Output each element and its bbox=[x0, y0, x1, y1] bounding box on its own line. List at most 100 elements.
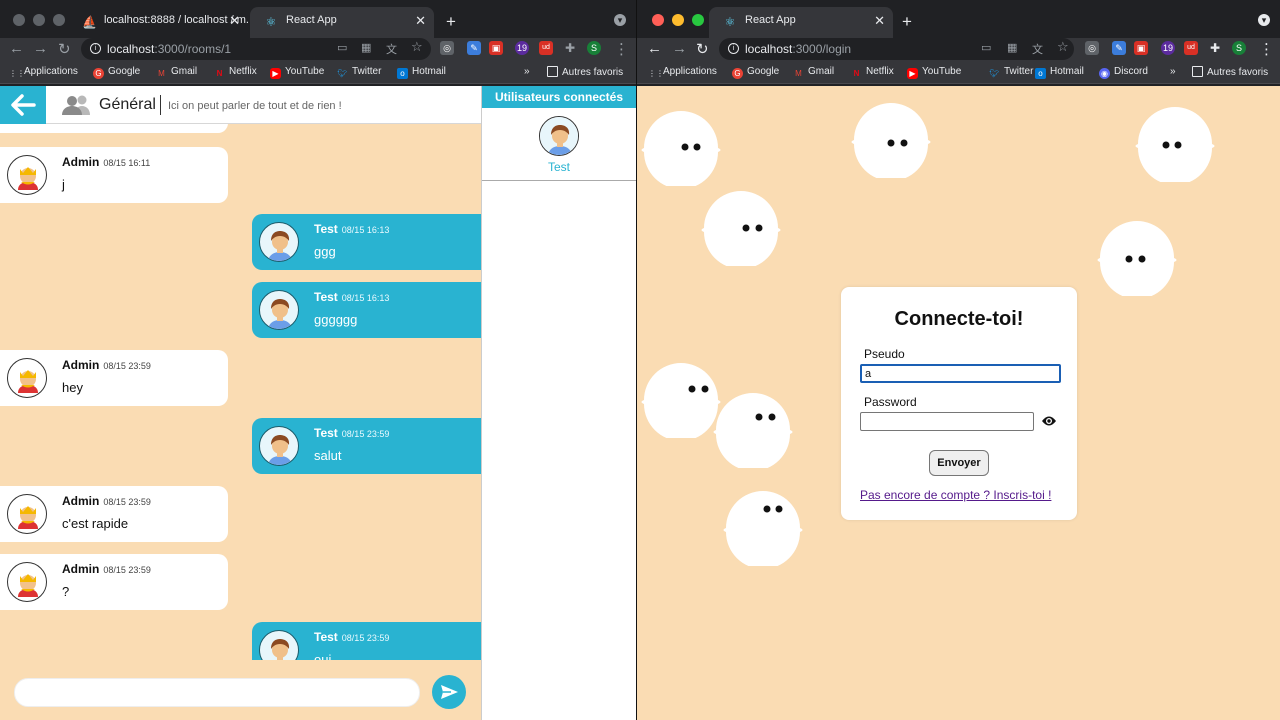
bookmark-hotmail[interactable]: o Hotmail bbox=[1035, 66, 1084, 79]
browser-toolbar: ← → ↻ i localhost:3000/login ▭ ▦ 文 ☆ ◎ ✎… bbox=[637, 38, 1280, 62]
bookmark-google[interactable]: G Google bbox=[93, 66, 140, 79]
reload-icon[interactable]: ↻ bbox=[58, 40, 71, 58]
bookmark-twitter[interactable]: 🐦︎ Twitter bbox=[989, 66, 1033, 79]
tab-react-app[interactable]: ⚛ React App ✕ bbox=[250, 7, 434, 38]
bookmark-twitter[interactable]: 🐦︎ Twitter bbox=[337, 66, 381, 79]
address-bar[interactable]: i localhost:3000/rooms/1 ▭ ▦ 文 ☆ bbox=[81, 38, 431, 60]
minimize-window-button[interactable] bbox=[33, 14, 45, 26]
submit-button[interactable]: Envoyer bbox=[929, 450, 989, 476]
extension-icon[interactable]: ◎ bbox=[440, 41, 454, 55]
bookmark-netflix[interactable]: N Netflix bbox=[851, 66, 894, 79]
reload-icon[interactable]: ↻ bbox=[696, 40, 709, 58]
ghost-decoration bbox=[1135, 107, 1215, 182]
site-info-icon[interactable]: i bbox=[90, 43, 101, 54]
puzzle-icon[interactable]: ✚ bbox=[563, 41, 577, 55]
bookmark-other-favorites[interactable]: Autres favoris bbox=[547, 66, 623, 78]
signup-link[interactable]: Pas encore de compte ? Inscris-toi ! bbox=[860, 488, 1051, 502]
translate-icon[interactable]: 文 bbox=[386, 41, 397, 57]
tab-search-icon[interactable]: ▾ bbox=[614, 14, 626, 26]
new-tab-icon[interactable]: + bbox=[902, 12, 912, 32]
bookmark-netflix[interactable]: N Netflix bbox=[214, 66, 257, 79]
message-time: 08/15 23:59 bbox=[103, 497, 151, 507]
back-icon[interactable]: ← bbox=[647, 40, 662, 57]
show-password-eye-icon[interactable] bbox=[1041, 414, 1057, 432]
bookmark-gmail[interactable]: M Gmail bbox=[793, 66, 834, 79]
close-tab-icon[interactable]: ✕ bbox=[415, 13, 426, 29]
extension-icon[interactable]: ◎ bbox=[1085, 41, 1099, 55]
back-icon[interactable]: ← bbox=[9, 40, 24, 57]
extension-icon[interactable]: ✎ bbox=[467, 41, 481, 55]
extension-icon[interactable]: ud bbox=[539, 41, 553, 55]
new-tab-icon[interactable]: + bbox=[446, 12, 456, 32]
author-name: Admin bbox=[62, 358, 100, 372]
google-icon: G bbox=[93, 68, 104, 79]
extension-icon[interactable]: ▣ bbox=[1134, 41, 1148, 55]
forward-icon[interactable]: → bbox=[672, 40, 687, 57]
site-info-icon[interactable]: i bbox=[728, 43, 739, 54]
menu-icon[interactable]: ⋮ bbox=[1259, 40, 1274, 58]
message-list[interactable]: Admin 08/15 16:11 j Test 08/15 16:13 ggg T… bbox=[0, 124, 481, 660]
message-author: Admin 08/15 23:59 bbox=[62, 358, 151, 372]
bookmark-other-favorites[interactable]: Autres favoris bbox=[1192, 66, 1268, 78]
message-input[interactable] bbox=[14, 678, 420, 707]
tab-phpmyadmin[interactable]: ⛵ localhost:8888 / localhost / m... ✕ bbox=[68, 7, 248, 38]
close-window-button[interactable] bbox=[13, 14, 25, 26]
bookmark-hotmail[interactable]: o Hotmail bbox=[397, 66, 446, 79]
qr-icon[interactable]: ▦ bbox=[361, 41, 371, 54]
connected-user[interactable]: Test bbox=[482, 108, 636, 181]
message-text: hey bbox=[62, 380, 83, 395]
bookmark-star-icon[interactable]: ☆ bbox=[411, 39, 423, 55]
message-bubble: Admin 08/15 23:59 c'est rapide bbox=[0, 486, 228, 542]
cast-icon[interactable]: ▭ bbox=[981, 41, 991, 54]
password-input[interactable] bbox=[860, 412, 1034, 431]
minimize-window-button[interactable] bbox=[672, 14, 684, 26]
address-bar[interactable]: i localhost:3000/login ▭ ▦ 文 ☆ bbox=[719, 38, 1074, 60]
message-bubble: Test 08/15 16:13 ggg bbox=[252, 214, 481, 270]
close-window-button[interactable] bbox=[652, 14, 664, 26]
message-time: 08/15 16:13 bbox=[341, 293, 390, 303]
user-avatar bbox=[259, 630, 299, 660]
bookmark-star-icon[interactable]: ☆ bbox=[1057, 39, 1069, 55]
bookmark-label: YouTube bbox=[922, 66, 962, 77]
close-tab-icon[interactable]: ✕ bbox=[229, 13, 240, 29]
bookmark-discord[interactable]: ◉ Discord bbox=[1099, 66, 1148, 79]
maximize-window-button[interactable] bbox=[53, 14, 65, 26]
menu-icon[interactable]: ⋮ bbox=[614, 40, 629, 58]
extension-badge-icon[interactable]: 19 bbox=[1161, 41, 1175, 55]
bookmark-youtube[interactable]: ▶ YouTube bbox=[270, 66, 324, 79]
message-time: 08/15 16:13 bbox=[341, 225, 390, 235]
pseudo-input[interactable] bbox=[860, 364, 1061, 383]
translate-icon[interactable]: 文 bbox=[1032, 41, 1043, 57]
bookmark-gmail[interactable]: M Gmail bbox=[156, 66, 197, 79]
url-host: localhost bbox=[745, 42, 793, 56]
cast-icon[interactable]: ▭ bbox=[337, 41, 347, 54]
forward-icon[interactable]: → bbox=[33, 40, 48, 57]
qr-icon[interactable]: ▦ bbox=[1007, 41, 1017, 54]
extension-icon[interactable]: ud bbox=[1184, 41, 1198, 55]
bookmark-applications[interactable]: ⋮⋮Applications bbox=[9, 66, 78, 79]
message-text: j bbox=[62, 177, 65, 192]
chat-page: Général Ici on peut parler de tout et de… bbox=[0, 86, 636, 720]
bookmark-applications[interactable]: ⋮⋮Applications bbox=[648, 66, 717, 79]
tab-search-icon[interactable]: ▾ bbox=[1258, 14, 1270, 26]
puzzle-icon[interactable]: ✚ bbox=[1208, 41, 1222, 55]
author-name: Admin bbox=[62, 155, 100, 169]
extension-icon[interactable]: ▣ bbox=[489, 41, 503, 55]
bookmark-google[interactable]: G Google bbox=[732, 66, 779, 79]
back-arrow-icon[interactable] bbox=[0, 86, 46, 124]
pseudo-label: Pseudo bbox=[864, 347, 905, 361]
tab-react-app[interactable]: ⚛ React App ✕ bbox=[709, 7, 893, 38]
message-time: 08/15 23:59 bbox=[103, 565, 151, 575]
profile-avatar[interactable]: S bbox=[1232, 41, 1246, 55]
ghost-decoration bbox=[1097, 221, 1177, 296]
maximize-window-button[interactable] bbox=[692, 14, 704, 26]
send-button[interactable] bbox=[432, 675, 466, 709]
bookmarks-overflow-icon[interactable]: » bbox=[524, 66, 530, 77]
extension-icon[interactable]: ✎ bbox=[1112, 41, 1126, 55]
bookmarks-overflow-icon[interactable]: » bbox=[1170, 66, 1176, 77]
extension-badge-icon[interactable]: 19 bbox=[515, 41, 529, 55]
bookmark-youtube[interactable]: ▶ YouTube bbox=[907, 66, 961, 79]
profile-avatar[interactable]: S bbox=[587, 41, 601, 55]
bookmark-label: Hotmail bbox=[1050, 66, 1084, 77]
close-tab-icon[interactable]: ✕ bbox=[874, 13, 885, 29]
